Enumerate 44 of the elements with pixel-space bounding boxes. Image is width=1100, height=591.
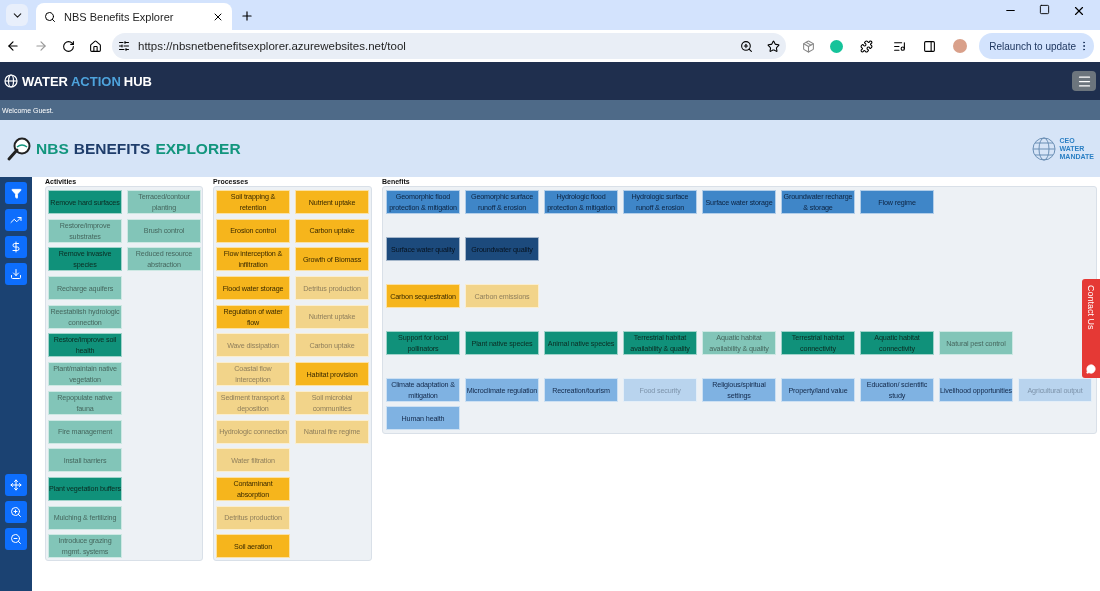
site-logo[interactable]: WATER ACTION HUB: [22, 73, 152, 89]
filter-icon: [10, 187, 22, 199]
download-icon: [10, 268, 22, 280]
dollar-button[interactable]: [5, 236, 27, 258]
tab-list-button[interactable]: [6, 4, 28, 26]
relaunch-button[interactable]: Relaunch to update: [979, 33, 1094, 59]
page-title: NBS BENEFITS EXPLORER: [36, 139, 241, 158]
zoom-in-button[interactable]: [5, 501, 27, 523]
puzzle-icon[interactable]: [860, 39, 874, 53]
arrows-icon: [10, 479, 22, 491]
dollar-icon: [10, 241, 22, 253]
home-icon[interactable]: [89, 39, 102, 53]
maximize-icon[interactable]: [1039, 4, 1050, 15]
filter-button[interactable]: [5, 182, 27, 204]
globe-icon: [4, 74, 18, 88]
download-button[interactable]: [5, 263, 27, 285]
browser-tab[interactable]: NBS Benefits Explorer: [36, 3, 232, 30]
fit-button[interactable]: [5, 474, 27, 496]
site-settings-icon[interactable]: [118, 40, 130, 52]
zoom-in-icon: [10, 506, 22, 518]
tab-title: NBS Benefits Explorer: [64, 10, 175, 23]
zoom-icon[interactable]: [740, 39, 754, 53]
box-icon[interactable]: [802, 39, 816, 53]
star-icon[interactable]: [767, 39, 781, 53]
zoom-out-icon: [10, 533, 22, 545]
address-bar[interactable]: https://nbsnetbenefitsexplorer.azurewebsites.net/tool: [112, 33, 787, 59]
chat-icon: [1086, 364, 1096, 374]
chart-button[interactable]: [5, 209, 27, 231]
playlist-icon[interactable]: [893, 39, 907, 53]
menu-icon: [1076, 73, 1092, 89]
new-tab-icon[interactable]: [240, 9, 254, 23]
chart-icon: [10, 214, 22, 226]
reload-icon[interactable]: [62, 39, 75, 53]
url-text: https://nbsnetbenefitsexplorer.azurewebsites.net/tool: [138, 40, 407, 52]
side-panel-icon[interactable]: [923, 39, 937, 53]
forward-icon[interactable]: [34, 39, 48, 53]
search-icon: [44, 10, 56, 23]
globe-icon: [1030, 135, 1057, 162]
back-icon[interactable]: [6, 39, 20, 53]
contact-tab[interactable]: Contact Us: [1082, 279, 1100, 378]
menu-button[interactable]: [1072, 71, 1096, 91]
magnifier-icon: [6, 135, 32, 162]
close-icon[interactable]: [1072, 4, 1086, 18]
zoom-out-button[interactable]: [5, 528, 27, 550]
